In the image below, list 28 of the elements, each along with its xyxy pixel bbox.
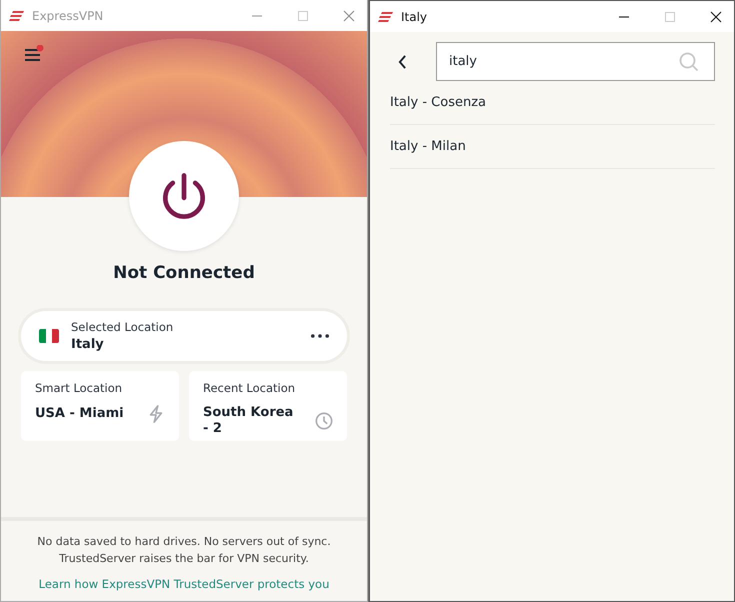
location-card[interactable]: Smart Location USA - Miami xyxy=(21,371,179,441)
search-field[interactable]: italy xyxy=(436,42,715,81)
back-icon xyxy=(398,54,406,68)
window-title: Italy xyxy=(401,10,428,24)
footer-text: No data saved to hard drives. No servers out of sync. TrustedServer raises the bar for VPN security. xyxy=(36,534,332,567)
location-card[interactable]: Recent Location South Korea - 2 xyxy=(189,371,347,441)
learn-more-link[interactable]: Learn how ExpressVPN TrustedServer protects you xyxy=(38,577,330,591)
connection-status: Not Connected xyxy=(112,263,256,283)
location-name: South Korea - 2 xyxy=(203,405,294,437)
logo-icon xyxy=(9,10,25,20)
search-icon xyxy=(679,52,699,72)
card-label: Recent Location xyxy=(203,381,296,395)
more-icon[interactable] xyxy=(311,334,329,338)
location-result[interactable]: Italy - Milan xyxy=(390,125,715,169)
flag-icon xyxy=(39,329,59,343)
clock-icon xyxy=(315,412,333,430)
selected-location-label: Selected Location xyxy=(71,320,174,334)
window-title: ExpressVPN xyxy=(32,8,104,22)
logo-icon xyxy=(378,12,394,22)
close-icon[interactable] xyxy=(710,10,722,22)
selected-location-button[interactable]: Selected Location Italy xyxy=(21,311,347,361)
card-label: Smart Location xyxy=(35,381,124,395)
menu-button[interactable] xyxy=(23,45,45,63)
menu-icon xyxy=(24,45,44,61)
location-result[interactable]: Italy - Cosenza xyxy=(390,81,715,125)
location-name: USA - Miami xyxy=(35,406,125,422)
lightning-icon xyxy=(147,405,165,423)
selected-location-name: Italy xyxy=(71,337,105,352)
